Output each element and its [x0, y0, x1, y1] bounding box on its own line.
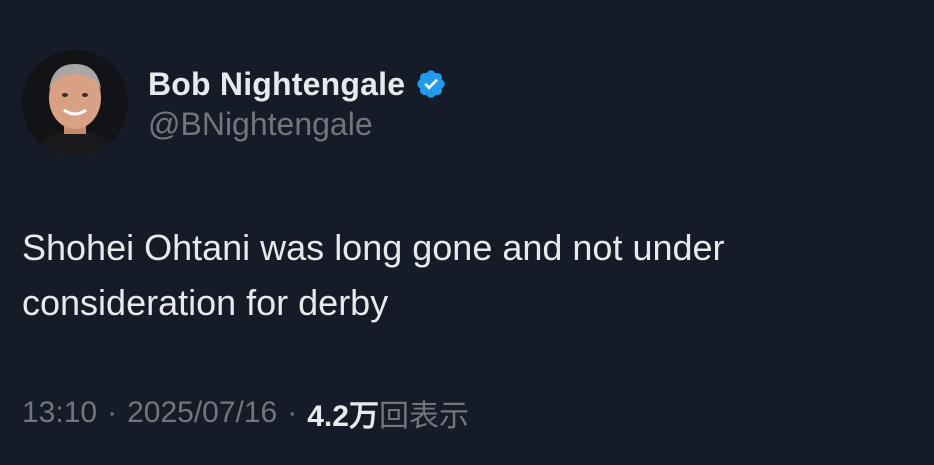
avatar[interactable] [22, 50, 128, 156]
meta-separator: · [287, 396, 298, 429]
verified-badge-icon [415, 68, 447, 100]
views-label: 回表示 [378, 400, 469, 433]
meta-separator: · [107, 396, 118, 429]
tweet-date[interactable]: 2025/07/16 [127, 396, 277, 430]
tweet-text: Shohei Ohtani was long gone and not unde… [22, 227, 725, 323]
views-count: 4.2万 [307, 400, 379, 433]
tweet-card: Bob Nightengale @BNightengale Shohei Oht… [0, 0, 934, 465]
name-row: Bob Nightengale [148, 62, 447, 106]
display-name[interactable]: Bob Nightengale [148, 66, 405, 103]
user-handle[interactable]: @BNightengale [148, 106, 373, 143]
tweet-meta: 13:10 · 2025/07/16 · 4.2万 回表示 [22, 392, 469, 434]
tweet-time[interactable]: 13:10 [22, 396, 97, 430]
